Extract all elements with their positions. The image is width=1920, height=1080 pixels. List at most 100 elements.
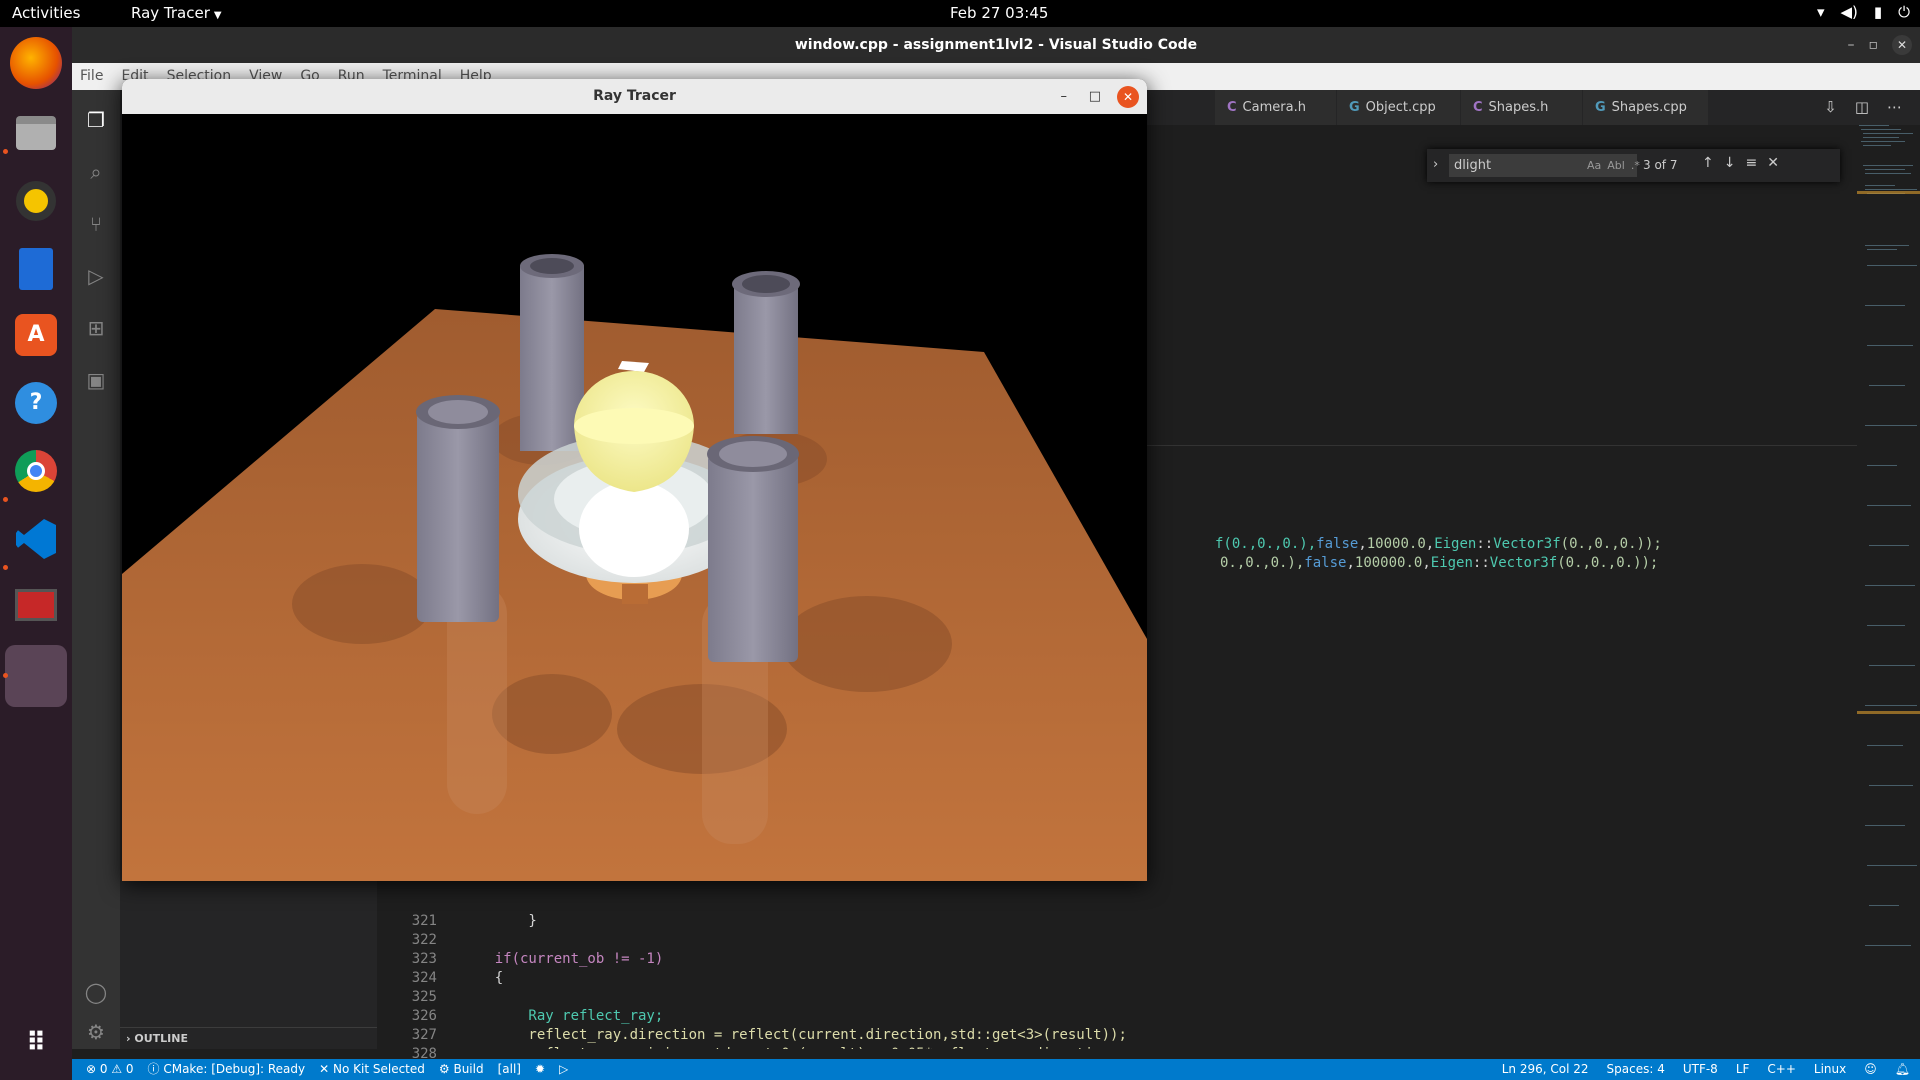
minimap-lines (1857, 125, 1920, 946)
battery-icon: ▮ (1873, 3, 1883, 21)
open-changes-icon[interactable]: ⇩ (1824, 90, 1837, 125)
rhythmbox-icon[interactable] (10, 175, 62, 227)
line-number: 326 (411, 1008, 437, 1024)
language-mode[interactable]: C++ (1767, 1059, 1796, 1080)
source-control-icon[interactable]: ⑂ (84, 212, 108, 236)
line-number: 322 (411, 932, 437, 948)
maximize-icon[interactable]: □ (1089, 79, 1101, 114)
feedback-icon[interactable]: ☺ (1864, 1059, 1877, 1080)
writer-icon[interactable] (10, 243, 62, 295)
extensions-icon[interactable]: ⊞ (84, 316, 108, 340)
window-title: window.cpp - assignment1lvl2 - Visual St… (794, 37, 1198, 53)
code-line: 0.,0.,0.),false,100000.0,Eigen::Vector3f… (1220, 554, 1658, 573)
close-icon[interactable]: ✕ (1892, 35, 1912, 55)
cpp-file-icon: G (1349, 100, 1360, 115)
problems-status[interactable]: ⊗ 0 ⚠ 0 (86, 1059, 134, 1080)
code-token: (0.,0.,0.)); (1557, 555, 1659, 571)
account-icon[interactable]: ◯ (84, 980, 108, 1004)
editor-actions: ⇩ ◫ ⋯ (1824, 90, 1902, 125)
chrome-icon[interactable] (10, 445, 62, 497)
more-actions-icon[interactable]: ⋯ (1887, 90, 1902, 125)
pillar-back-right (732, 271, 800, 434)
activities-button[interactable]: Activities (12, 4, 80, 22)
app-menu[interactable]: Ray Tracer ▼ (131, 4, 222, 22)
cursor-position[interactable]: Ln 296, Col 22 (1502, 1059, 1589, 1080)
code-token: :: (1476, 536, 1494, 552)
match-case-toggle[interactable]: Aa (1587, 154, 1601, 177)
remote-explorer-icon[interactable]: ▣ (84, 368, 108, 392)
system-tray[interactable]: ▾ ◀) ▮ ⏻ (1817, 3, 1910, 21)
dock: A ? ⠿ (0, 27, 72, 1080)
terminal-app-icon[interactable] (10, 579, 62, 631)
previous-match-icon[interactable]: ↑ (1702, 155, 1714, 171)
vscode-icon[interactable] (10, 513, 62, 565)
firefox-icon[interactable] (10, 37, 62, 89)
cmake-status[interactable]: ⓘ CMake: [Debug]: Ready (148, 1059, 306, 1080)
whole-word-toggle[interactable]: Abl (1607, 154, 1625, 177)
activity-bar: ❐ ⌕ ⑂ ▷ ⊞ ▣ ◯ ⚙ (72, 90, 120, 1049)
build-button[interactable]: ⚙ Build (439, 1059, 484, 1080)
find-widget: › dlight Aa Abl .* 3 of 7 ↑ ↓ ≡ ✕ (1427, 149, 1840, 182)
code-line: { (461, 970, 504, 986)
line-number: 325 (411, 989, 437, 1005)
code-token: false (1304, 555, 1347, 571)
indentation[interactable]: Spaces: 4 (1607, 1059, 1665, 1080)
pillar-front-right (707, 436, 799, 662)
cpp-file-icon: G (1595, 100, 1606, 115)
minimize-icon[interactable]: – (1848, 27, 1855, 63)
running-indicator (3, 149, 8, 154)
encoding[interactable]: UTF-8 (1683, 1059, 1718, 1080)
apps-grid-icon[interactable]: ⠿ (10, 1017, 62, 1069)
code-line: reflect_ray.origin = std::get<0>(result)… (461, 1045, 1118, 1049)
chevron-right-icon[interactable]: › (1433, 157, 1438, 172)
software-center-icon[interactable]: A (10, 309, 62, 361)
search-icon[interactable]: ⌕ (84, 160, 108, 184)
running-indicator (3, 497, 8, 502)
code-line: f(0.,0.,0.),false,10000.0,Eigen::Vector3… (1215, 535, 1662, 554)
code-token: , (1425, 536, 1435, 552)
split-editor-icon[interactable]: ◫ (1855, 90, 1869, 125)
minimize-icon[interactable]: – (1061, 79, 1068, 114)
code-token: , (1358, 536, 1367, 552)
tab-object-cpp[interactable]: G Object.cpp (1337, 90, 1461, 125)
render-canvas (122, 114, 1147, 881)
outline-section[interactable]: › OUTLINE (120, 1027, 377, 1049)
minimap[interactable] (1857, 125, 1920, 1049)
gear-icon[interactable]: ⚙ (84, 1020, 108, 1044)
next-match-icon[interactable]: ↓ (1724, 155, 1736, 171)
notifications-icon[interactable]: 🔔︎ (1895, 1059, 1910, 1080)
tab-camera-h[interactable]: C Camera.h (1215, 90, 1337, 125)
raytracer-title: Ray Tracer (593, 88, 676, 104)
platform[interactable]: Linux (1814, 1059, 1846, 1080)
debug-icon[interactable]: ✹ (535, 1059, 545, 1080)
explorer-icon[interactable]: ❐ (84, 108, 108, 132)
code-token: false (1316, 536, 1359, 552)
end-of-line[interactable]: LF (1736, 1059, 1750, 1080)
run-debug-icon[interactable]: ▷ (84, 264, 108, 288)
find-in-selection-icon[interactable]: ≡ (1745, 155, 1757, 171)
chevron-right-icon: › (126, 1032, 131, 1045)
raytracer-window: Ray Tracer – □ ✕ (122, 79, 1147, 881)
pillar-front-left (416, 395, 500, 622)
raytracer-app-icon[interactable] (5, 645, 67, 707)
regex-toggle[interactable]: .* (1631, 154, 1640, 177)
clock[interactable]: Feb 27 03:45 (950, 4, 1048, 22)
run-icon[interactable]: ▷ (559, 1059, 568, 1080)
help-icon[interactable]: ? (10, 377, 62, 429)
code-token: (0.,0.,0.)); (1560, 536, 1662, 552)
line-number: 321 (411, 913, 437, 929)
build-target[interactable]: [all] (498, 1059, 521, 1080)
tab-label: Shapes.cpp (1611, 100, 1687, 115)
tab-shapes-cpp[interactable]: G Shapes.cpp (1583, 90, 1709, 125)
code-line: if(current_ob != -1) (461, 951, 664, 967)
close-icon[interactable]: ✕ (1117, 86, 1139, 108)
tab-shapes-h[interactable]: C Shapes.h (1461, 90, 1583, 125)
tab-label: Object.cpp (1365, 100, 1436, 115)
maximize-icon[interactable]: ▫ (1869, 27, 1879, 63)
menu-file[interactable]: File (80, 63, 103, 90)
top-bar: Activities Ray Tracer ▼ Feb 27 03:45 ▾ ◀)… (0, 0, 1920, 27)
close-find-icon[interactable]: ✕ (1767, 155, 1779, 171)
kit-status[interactable]: ✕ No Kit Selected (319, 1059, 425, 1080)
files-icon[interactable] (10, 107, 62, 159)
code-token: , (1346, 555, 1355, 571)
